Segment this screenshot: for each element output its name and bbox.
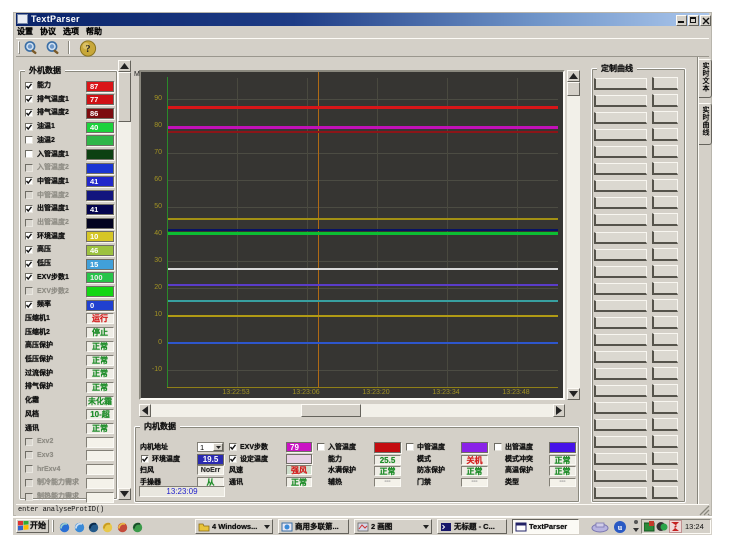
svg-text:?: ? [86, 44, 91, 55]
svg-text:u: u [618, 523, 623, 532]
